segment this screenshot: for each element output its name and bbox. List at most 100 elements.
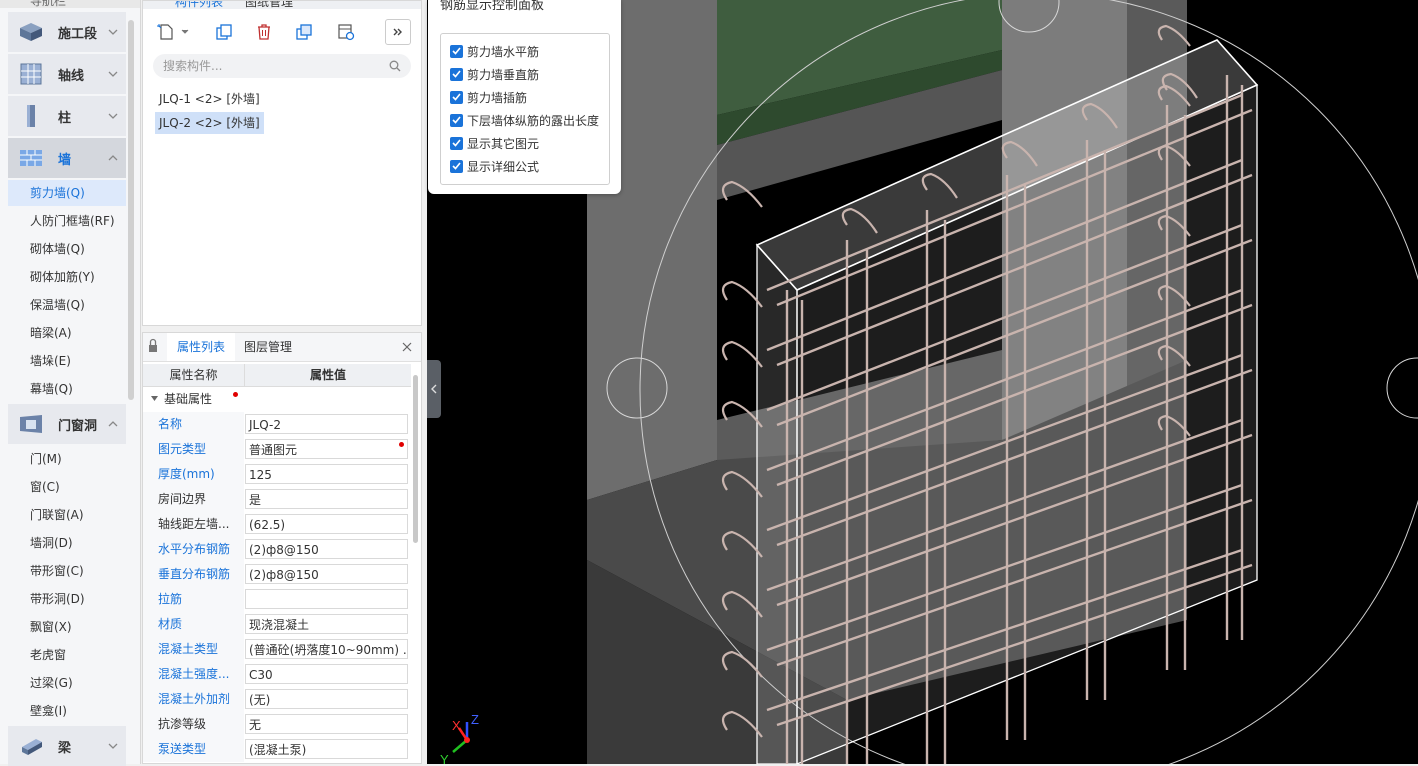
property-value-input[interactable]: (2)ф8@150: [245, 539, 408, 559]
beam-icon: [18, 733, 44, 759]
component-settings-button[interactable]: [333, 19, 359, 45]
close-icon[interactable]: [402, 342, 412, 352]
nav-item-strip-opening[interactable]: 带形洞(D): [8, 586, 126, 612]
nav-item-dormer-window[interactable]: 老虎窗: [8, 642, 126, 668]
property-row: 垂直分布钢筋 (2)ф8@150: [143, 562, 411, 587]
property-row: 混凝土外加剂 (无): [143, 687, 411, 712]
nav-category-column[interactable]: 柱: [8, 96, 126, 136]
axis-y-label: Y: [440, 752, 449, 764]
checkbox-show-other-elements[interactable]: 显示其它图元: [450, 133, 539, 153]
component-search-input[interactable]: 搜索构件...: [153, 54, 411, 78]
property-group-basic[interactable]: 基础属性: [143, 387, 411, 411]
component-settings-icon: [338, 24, 355, 41]
property-value-input[interactable]: C30: [245, 664, 408, 684]
lock-icon[interactable]: [148, 337, 158, 357]
nav-item-strip-window[interactable]: 带形窗(C): [8, 558, 126, 584]
property-row: 混凝土类型 (普通砼(坍落度10~90mm) ...: [143, 637, 411, 662]
property-value-input[interactable]: JLQ-2: [245, 414, 408, 434]
more-toolbar-button[interactable]: [385, 19, 411, 45]
property-value-input[interactable]: 普通图元: [245, 439, 408, 459]
door-window-icon: [18, 411, 44, 437]
rebar-display-control-panel: 钢筋显示控制面板 剪力墙水平筋 剪力墙垂直筋 剪力墙插筋 下层墙体纵筋的露出长度…: [428, 0, 621, 194]
component-item[interactable]: JLQ-1 <2> [外墙]: [155, 88, 264, 110]
nav-item-civil-defense-door-wall[interactable]: 人防门框墙(RF): [8, 208, 126, 234]
property-value-input[interactable]: 是: [245, 489, 408, 509]
chevron-down-icon: [108, 71, 118, 77]
nav-item-wall-opening[interactable]: 墙洞(D): [8, 530, 126, 556]
property-name: 垂直分布钢筋: [143, 562, 244, 587]
nav-item-masonry-wall[interactable]: 砌体墙(Q): [8, 236, 126, 262]
nav-item-insulation-wall[interactable]: 保温墙(Q): [8, 292, 126, 318]
nav-item-wall-pier[interactable]: 墙垛(E): [8, 348, 126, 374]
property-row: 抗渗等级 无: [143, 712, 411, 737]
copy-button[interactable]: [211, 19, 237, 45]
tab-component-list[interactable]: 构件列表: [175, 1, 223, 9]
property-value-input[interactable]: (混凝土泵): [245, 739, 408, 759]
nav-item-curtain-wall[interactable]: 幕墙(Q): [8, 376, 126, 402]
delete-button[interactable]: [251, 19, 277, 45]
property-value-input[interactable]: (无): [245, 689, 408, 709]
nav-category-beam[interactable]: 梁: [8, 726, 126, 766]
nav-header: 导航栏: [0, 0, 140, 8]
nav-category-door-window[interactable]: 门窗洞: [8, 404, 126, 444]
nav-item-lintel[interactable]: 过梁(G): [8, 670, 126, 696]
tab-property-list[interactable]: 属性列表: [167, 333, 235, 361]
nav-item-bay-window[interactable]: 飘窗(X): [8, 614, 126, 640]
property-row: 水平分布钢筋 (2)ф8@150: [143, 537, 411, 562]
checkbox-checked-icon: [450, 113, 463, 127]
nav-item-door[interactable]: 门(M): [8, 446, 126, 472]
checkbox-checked-icon: [450, 44, 463, 58]
property-value-input[interactable]: (普通砼(坍落度10~90mm) ...: [245, 639, 408, 659]
copy-to-floor-button[interactable]: [291, 19, 317, 45]
chevron-up-icon: [108, 421, 118, 427]
checkbox-shear-wall-horizontal[interactable]: 剪力墙水平筋: [450, 41, 539, 61]
axis-grid-icon: [18, 61, 44, 87]
nav-category-wall[interactable]: 墙: [8, 138, 126, 178]
copy-icon: [216, 24, 232, 40]
checkbox-checked-icon: [450, 90, 463, 104]
nav-item-hidden-beam[interactable]: 暗梁(A): [8, 320, 126, 346]
chevron-left-icon: [431, 384, 437, 394]
component-tabs: 构件列表 图纸管理: [143, 1, 421, 9]
copy-layers-icon: [296, 24, 312, 40]
double-chevron-right-icon: [393, 28, 402, 36]
new-component-button[interactable]: [153, 19, 193, 45]
column-icon: [18, 103, 44, 129]
property-name: 厚度(mm): [143, 462, 244, 487]
nav-item-masonry-reinforcement[interactable]: 砌体加筋(Y): [8, 264, 126, 290]
nav-item-window[interactable]: 窗(C): [8, 474, 126, 500]
property-table-header: 属性名称 属性值: [143, 364, 411, 387]
checkbox-shear-wall-dowel[interactable]: 剪力墙插筋: [450, 87, 527, 107]
property-value-input[interactable]: [245, 589, 408, 609]
checkbox-show-detailed-formula[interactable]: 显示详细公式: [450, 156, 539, 176]
rebar-panel-title: 钢筋显示控制面板: [440, 0, 545, 13]
nav-item-shear-wall[interactable]: 剪力墙(Q): [8, 180, 126, 206]
chevron-down-icon: [108, 29, 118, 35]
component-item-selected[interactable]: JLQ-2 <2> [外墙]: [155, 112, 264, 134]
caret-down-icon: [151, 396, 158, 401]
property-name: 拉筋: [143, 587, 244, 612]
new-file-icon: [157, 24, 189, 40]
navigation-panel: 导航栏 施工段 轴线 柱 墙 剪力墙(Q) 人防门框墙(RF) 砌体墙(Q) 砌…: [0, 0, 141, 766]
tab-drawing-management[interactable]: 图纸管理: [245, 1, 293, 9]
property-row: 泵送类型 (混凝土泵): [143, 737, 411, 762]
property-name: 抗渗等级: [143, 712, 244, 737]
property-value-input[interactable]: 125: [245, 464, 408, 484]
property-name: 混凝土外加剂: [143, 687, 244, 712]
property-name: 泵送类型: [143, 737, 244, 762]
properties-scrollbar[interactable]: [413, 375, 418, 543]
property-value-input[interactable]: (2)ф8@150: [245, 564, 408, 584]
nav-category-construction-stage[interactable]: 施工段: [8, 12, 126, 52]
nav-item-niche[interactable]: 壁龛(I): [8, 698, 126, 724]
property-name: 轴线距左墙...: [143, 512, 244, 537]
nav-category-axis[interactable]: 轴线: [8, 54, 126, 94]
property-value-input[interactable]: 无: [245, 714, 408, 734]
checkbox-shear-wall-vertical[interactable]: 剪力墙垂直筋: [450, 64, 539, 84]
collapse-panel-button[interactable]: [427, 360, 441, 418]
checkbox-lower-wall-exposed-length[interactable]: 下层墙体纵筋的露出长度: [450, 110, 599, 130]
tab-layer-management[interactable]: 图层管理: [244, 333, 292, 361]
property-value-input[interactable]: 现浇混凝土: [245, 614, 408, 634]
nav-item-door-window[interactable]: 门联窗(A): [8, 502, 126, 528]
nav-scrollbar[interactable]: [128, 20, 134, 400]
property-value-input[interactable]: (62.5): [245, 514, 408, 534]
